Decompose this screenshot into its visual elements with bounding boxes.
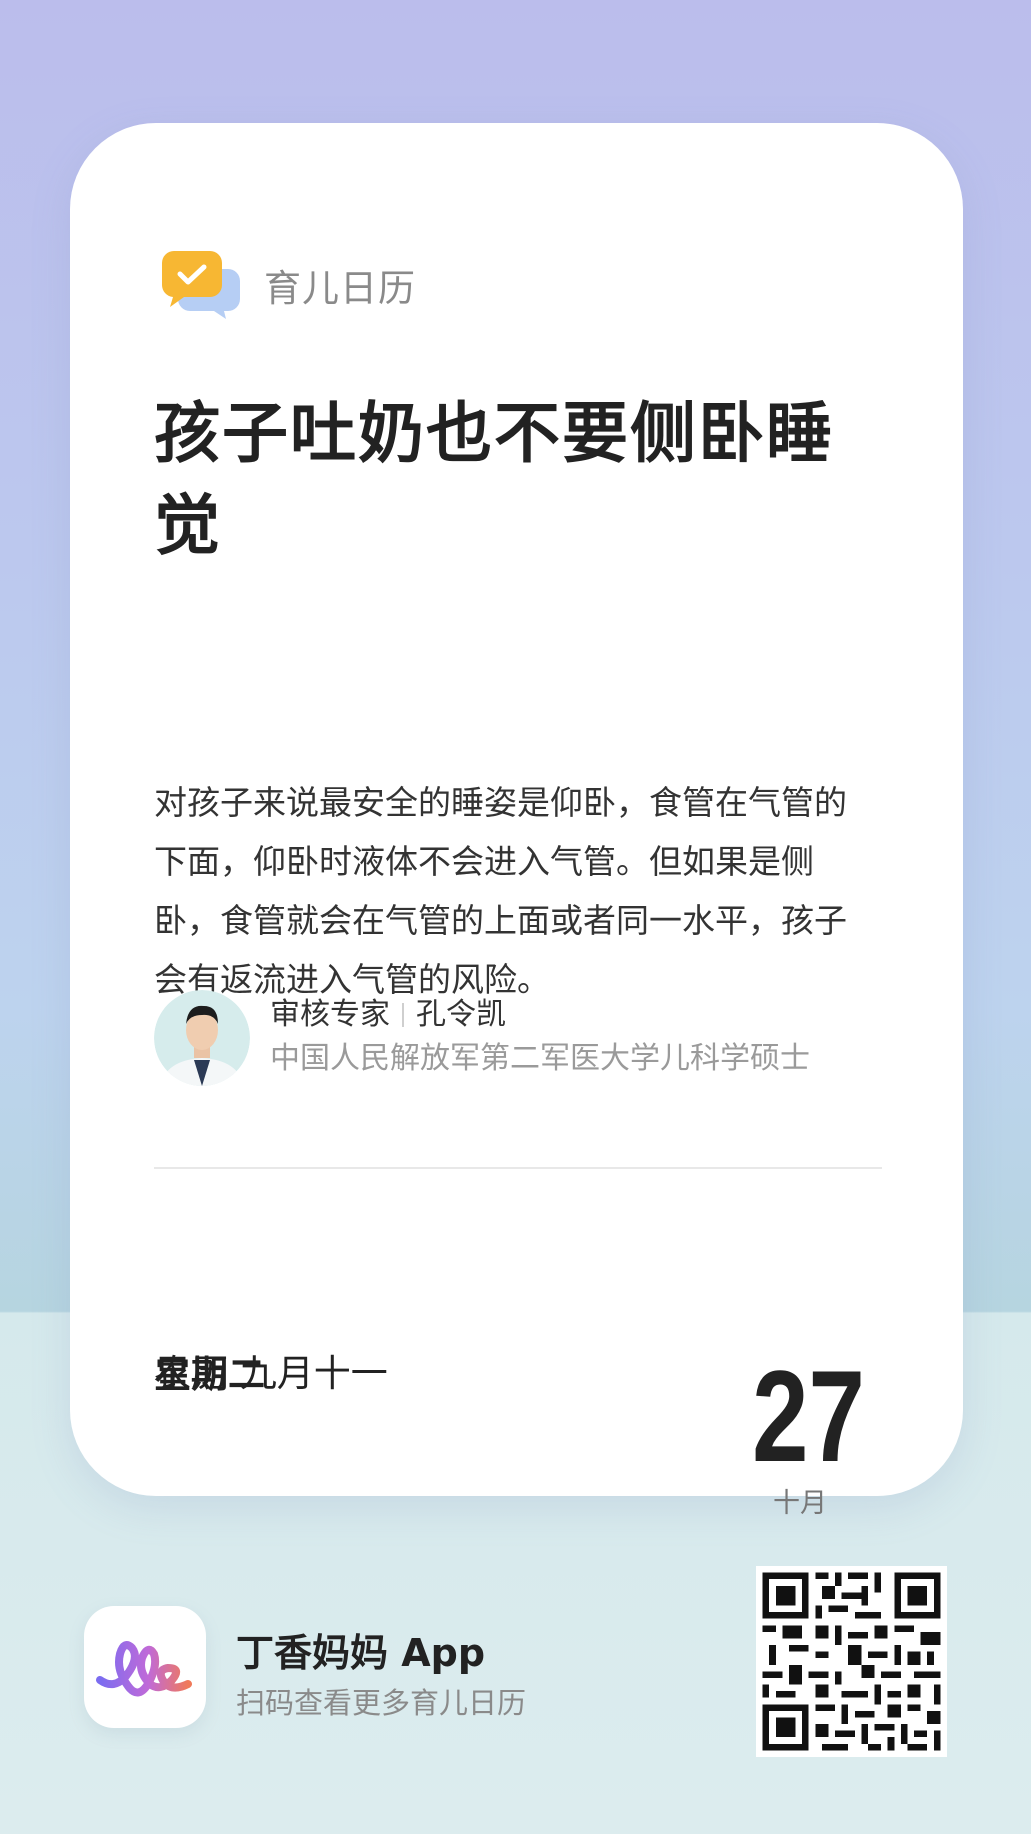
qr-code[interactable] — [756, 1566, 947, 1757]
check-chat-bubble-icon — [161, 251, 240, 319]
month-label: 十月 — [773, 1488, 827, 1519]
app-name: 丁香妈妈 App — [236, 1631, 486, 1675]
lunar-date: 农历 九月十一 — [154, 1352, 388, 1395]
article-title: 孩子吐奶也不要侧卧睡觉 — [154, 395, 834, 564]
reviewer-role: 审核专家 — [270, 997, 390, 1032]
qr-code-icon — [756, 1566, 947, 1757]
reviewer-name: 孔令凯 — [416, 997, 506, 1032]
brand-name: 育儿日历 — [264, 267, 416, 310]
dxmm-logo-icon — [96, 1641, 192, 1697]
brand-header: 育儿日历 — [160, 249, 416, 321]
reviewer-block: 审核专家 孔令凯 中国人民解放军第二军医大学儿科学硕士 — [154, 990, 810, 1086]
app-subtitle: 扫码查看更多育儿日历 — [236, 1686, 527, 1720]
day-number: 27 — [752, 1343, 865, 1489]
calendar-card: 育儿日历 孩子吐奶也不要侧卧睡觉 对孩子来说最安全的睡姿是仰卧，食管在气管的下面… — [70, 123, 963, 1519]
divider-bar — [402, 1003, 404, 1027]
avatar — [154, 990, 250, 1086]
reviewer-credential: 中国人民解放军第二军医大学儿科学硕士 — [270, 1041, 810, 1076]
card-divider — [154, 1167, 882, 1169]
app-icon[interactable] — [84, 1606, 206, 1728]
reviewer-title: 审核专家 孔令凯 — [270, 994, 810, 1036]
article-body: 对孩子来说最安全的睡姿是仰卧，食管在气管的下面，仰卧时液体不会进入气管。但如果是… — [154, 783, 847, 999]
